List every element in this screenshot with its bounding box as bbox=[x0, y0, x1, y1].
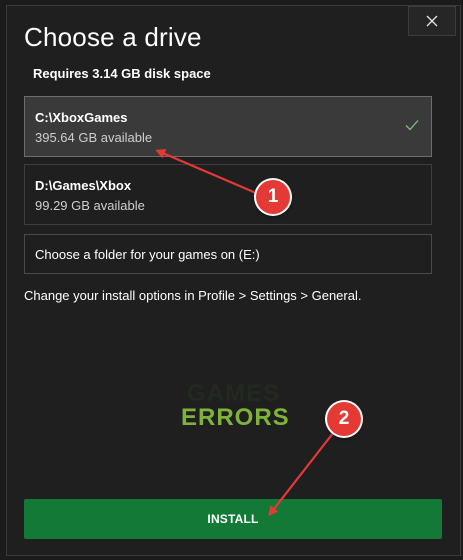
annotation-badge-1: 1 bbox=[256, 180, 290, 214]
annotation-badge-2: 2 bbox=[327, 402, 361, 436]
annotation-arrows bbox=[155, 149, 338, 517]
arrow-to-c-drive bbox=[155, 149, 257, 195]
arrow-to-install bbox=[268, 427, 338, 517]
